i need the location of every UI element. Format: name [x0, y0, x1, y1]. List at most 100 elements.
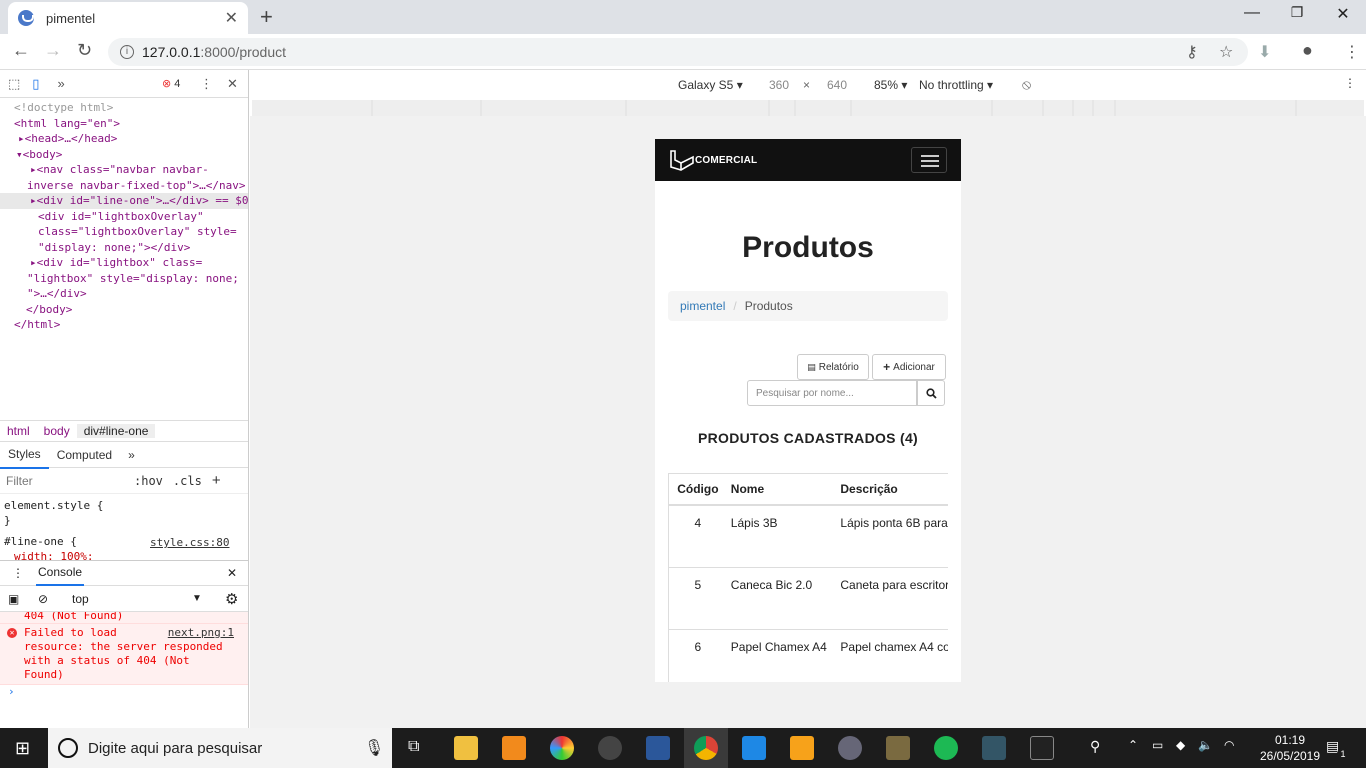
- download-icon[interactable]: ⬇: [1258, 42, 1271, 62]
- throttle-select[interactable]: No throttling ▾: [919, 78, 993, 92]
- more-panels-icon[interactable]: »: [57, 76, 64, 91]
- report-button[interactable]: ▤ Relatório: [797, 354, 869, 380]
- search-input[interactable]: Pesquisar por nome...: [747, 380, 917, 406]
- device-select[interactable]: Galaxy S5 ▾: [678, 78, 743, 92]
- picasa-icon[interactable]: [550, 736, 574, 760]
- device-toolbar-icon[interactable]: ▯: [32, 76, 39, 92]
- volume-icon[interactable]: 🔈: [1198, 738, 1213, 752]
- taskbar-search[interactable]: Digite aqui para pesquisar 🎙: [48, 728, 392, 768]
- restore-icon[interactable]: ❐: [1274, 4, 1320, 21]
- breadcrumb-home-link[interactable]: pimentel: [680, 299, 725, 313]
- site-info-icon[interactable]: i: [120, 45, 134, 59]
- tab-computed[interactable]: Computed: [49, 442, 120, 468]
- dom-tree[interactable]: <!doctype html> <html lang="en"> ▸<head>…: [0, 98, 248, 420]
- tab-styles[interactable]: Styles: [0, 441, 49, 469]
- console-error-source[interactable]: next.png:1: [168, 626, 234, 640]
- sublime-text-icon[interactable]: [502, 736, 526, 760]
- dom-line[interactable]: <!doctype html>: [0, 100, 248, 116]
- profile-icon[interactable]: ●: [1302, 40, 1313, 61]
- terminal-icon[interactable]: [1030, 736, 1054, 760]
- search-button[interactable]: [917, 380, 945, 406]
- media-query-bar[interactable]: [252, 100, 1365, 116]
- console-tab[interactable]: Console: [36, 560, 85, 586]
- crumb-current[interactable]: div#line-one: [76, 424, 156, 438]
- dom-line[interactable]: ">…</div>: [0, 286, 248, 302]
- context-select[interactable]: top: [72, 592, 89, 606]
- browser-tab[interactable]: pimentel ✕: [8, 2, 248, 34]
- file-explorer-icon[interactable]: [454, 736, 478, 760]
- hamburger-menu-icon[interactable]: [911, 147, 947, 173]
- reload-icon[interactable]: ↻: [77, 40, 92, 61]
- dom-line[interactable]: </html>: [0, 317, 248, 333]
- task-view-icon[interactable]: ⧉: [408, 738, 419, 756]
- dom-line[interactable]: </body>: [0, 302, 248, 318]
- back-icon[interactable]: ←: [12, 40, 30, 61]
- close-tab-icon[interactable]: ✕: [225, 8, 238, 28]
- cls-toggle[interactable]: .cls: [173, 474, 202, 488]
- chrome-icon[interactable]: [694, 736, 718, 760]
- zoom-select[interactable]: 85% ▾: [874, 78, 907, 92]
- dom-line[interactable]: "lightbox" style="display: none;: [0, 271, 248, 287]
- sidebar-toggle-icon[interactable]: ▣: [8, 592, 19, 606]
- table-row[interactable]: 4 Lápis 3B Lápis ponta 6B para: [669, 506, 948, 568]
- taskbar-clock[interactable]: 01:19 26/05/2019: [1258, 732, 1322, 764]
- rotate-icon[interactable]: ⦸: [1022, 76, 1031, 93]
- dom-line-selected[interactable]: ▸<div id="line-one">…</div> == $0: [0, 193, 248, 209]
- styles-filter-input[interactable]: Filter: [6, 474, 124, 488]
- more-tabs-icon[interactable]: »: [120, 442, 143, 468]
- menu-kebab-icon[interactable]: ⋮: [1344, 42, 1360, 62]
- mysql-workbench-icon[interactable]: [982, 736, 1006, 760]
- device-width-input[interactable]: 360: [769, 78, 789, 92]
- wifi-icon[interactable]: ◠: [1224, 738, 1234, 752]
- chevron-up-icon[interactable]: ⌃: [1128, 738, 1138, 752]
- bookmark-star-icon[interactable]: ☆: [1219, 42, 1233, 62]
- media-player-icon[interactable]: [790, 736, 814, 760]
- clear-console-icon[interactable]: ⊘: [38, 592, 48, 606]
- app-icon[interactable]: [838, 736, 862, 760]
- device-menu-icon[interactable]: ⋮: [1344, 76, 1356, 90]
- forward-icon[interactable]: →: [44, 40, 62, 61]
- close-drawer-icon[interactable]: ✕: [227, 566, 237, 580]
- device-height-input[interactable]: 640: [827, 78, 847, 92]
- dom-line[interactable]: <div id="lightboxOverlay": [0, 209, 248, 225]
- microphone-icon[interactable]: 🎙: [364, 738, 384, 758]
- people-icon[interactable]: ⚲: [1090, 738, 1100, 755]
- chevron-down-icon[interactable]: ▼: [192, 593, 202, 604]
- table-row[interactable]: 6 Papel Chamex A4 Papel chamex A4 co: [669, 630, 948, 682]
- dom-line[interactable]: ▸<nav class="navbar navbar-: [0, 162, 248, 178]
- crumb-body[interactable]: body: [37, 424, 77, 438]
- close-window-icon[interactable]: ✕: [1320, 4, 1366, 24]
- style-source-link[interactable]: style.css:80: [150, 535, 229, 550]
- close-devtools-icon[interactable]: ✕: [227, 76, 238, 92]
- console-prompt[interactable]: ›: [0, 685, 248, 699]
- error-badge[interactable]: ⊗ 4: [162, 77, 180, 90]
- battery-icon[interactable]: ▭: [1152, 738, 1163, 752]
- drawer-menu-icon[interactable]: ⋮: [12, 566, 24, 580]
- dom-line[interactable]: ▸<head>…</head>: [0, 131, 248, 147]
- inspect-element-icon[interactable]: ⬚: [8, 76, 20, 92]
- minimize-icon[interactable]: —: [1229, 4, 1275, 22]
- add-rule-icon[interactable]: +: [212, 472, 221, 489]
- spotify-icon[interactable]: [934, 736, 958, 760]
- new-tab-icon[interactable]: +: [260, 4, 273, 30]
- add-button[interactable]: + Adicionar: [872, 354, 946, 380]
- app-icon[interactable]: [886, 736, 910, 760]
- table-row[interactable]: 5 Caneca Bic 2.0 Caneta para escritor: [669, 568, 948, 630]
- key-icon[interactable]: ⚷: [1186, 42, 1198, 62]
- windows-start-icon[interactable]: ⊞: [15, 738, 30, 759]
- dom-line[interactable]: ▸<div id="lightbox" class=: [0, 255, 248, 271]
- dropbox-icon[interactable]: ◆: [1176, 738, 1185, 752]
- app-icon[interactable]: [598, 736, 622, 760]
- dom-line[interactable]: ▾<body>: [0, 147, 248, 163]
- url-bar[interactable]: i 127.0.0.1:8000/product: [108, 38, 1248, 66]
- hov-toggle[interactable]: :hov: [134, 474, 163, 488]
- site-logo[interactable]: COMERCIAL: [669, 149, 757, 171]
- dom-line[interactable]: "display: none;"></div>: [0, 240, 248, 256]
- crumb-html[interactable]: html: [0, 424, 37, 438]
- dom-line[interactable]: class="lightboxOverlay" style=: [0, 224, 248, 240]
- dom-line[interactable]: <html lang="en">: [0, 116, 248, 132]
- word-icon[interactable]: [646, 736, 670, 760]
- devtools-menu-icon[interactable]: ⋮: [200, 76, 213, 92]
- console-settings-gear-icon[interactable]: ⚙: [225, 590, 238, 608]
- vscode-icon[interactable]: [742, 736, 766, 760]
